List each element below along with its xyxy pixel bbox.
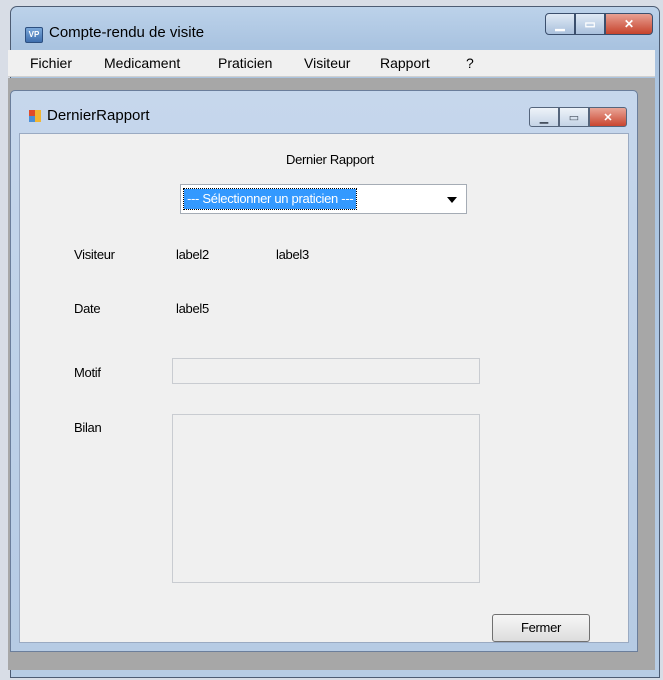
chevron-down-icon[interactable] — [447, 197, 457, 203]
maximize-button[interactable]: ▭ — [575, 13, 605, 35]
visiteur-value-label2: label2 — [176, 247, 209, 262]
menu-help[interactable]: ? — [466, 55, 474, 71]
child-window-dernier-rapport: DernierRapport ▁ ▭ ✕ Dernier Rapport ---… — [10, 90, 638, 652]
menu-praticien[interactable]: Praticien — [218, 55, 272, 71]
menu-medicament[interactable]: Medicament — [104, 55, 180, 71]
title-bar[interactable]: VP Compte-rendu de visite ▁ ▭ ✕ — [11, 7, 659, 45]
motif-field[interactable] — [172, 358, 480, 384]
close-button[interactable]: ✕ — [605, 13, 653, 35]
close-icon: ✕ — [623, 17, 635, 31]
minimize-icon: ▁ — [555, 17, 565, 31]
praticien-select-value: --- Sélectionner un praticien --- — [182, 188, 358, 210]
bilan-textarea[interactable] — [172, 414, 480, 583]
minimize-icon: ▁ — [539, 111, 549, 124]
window-controls: ▁ ▭ ✕ — [545, 13, 653, 35]
praticien-select[interactable]: --- Sélectionner un praticien --- — [180, 184, 467, 214]
menu-visiteur[interactable]: Visiteur — [304, 55, 350, 71]
visiteur-value-label3: label3 — [276, 247, 309, 262]
visiteur-label: Visiteur — [74, 247, 115, 262]
bilan-label: Bilan — [74, 420, 102, 435]
date-label: Date — [74, 301, 101, 316]
child-title-bar[interactable]: DernierRapport ▁ ▭ ✕ — [11, 91, 637, 131]
menu-rapport[interactable]: Rapport — [380, 55, 430, 71]
form-client-area: Dernier Rapport --- Sélectionner un prat… — [19, 133, 629, 643]
fermer-button[interactable]: Fermer — [492, 614, 590, 642]
maximize-icon: ▭ — [584, 17, 596, 31]
page-title: Dernier Rapport — [286, 152, 374, 167]
menu-fichier[interactable]: Fichier — [30, 55, 72, 71]
form-icon — [29, 110, 41, 122]
window-title: Compte-rendu de visite — [49, 24, 205, 41]
child-close-button[interactable]: ✕ — [589, 107, 627, 127]
child-maximize-button[interactable]: ▭ — [559, 107, 589, 127]
minimize-button[interactable]: ▁ — [545, 13, 575, 35]
child-window-controls: ▁ ▭ ✕ — [529, 107, 627, 127]
app-icon: VP — [25, 27, 43, 43]
close-icon: ✕ — [603, 111, 613, 124]
motif-label: Motif — [74, 365, 101, 380]
child-minimize-button[interactable]: ▁ — [529, 107, 559, 127]
date-value: label5 — [176, 301, 209, 316]
menu-bar: Fichier Medicament Praticien Visiteur Ra… — [8, 50, 655, 77]
maximize-icon: ▭ — [568, 111, 580, 124]
child-window-title: DernierRapport — [47, 107, 150, 124]
